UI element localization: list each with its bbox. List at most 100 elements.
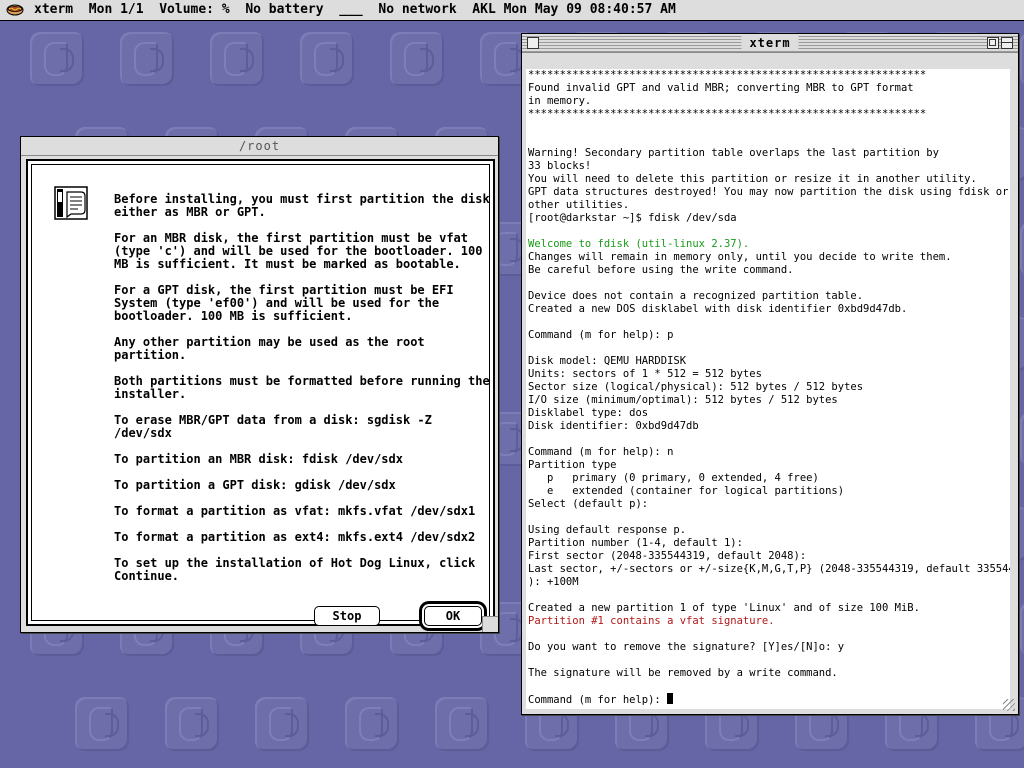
message-paragraph: To erase MBR/GPT data from a disk: sgdis… [114, 413, 440, 440]
wallpaper-tile [435, 697, 489, 751]
terminal-line-text: ****************************************… [528, 108, 927, 120]
dialog-body: Before installing, you must first partit… [26, 159, 495, 626]
terminal-line-text: Command (m for help): p [528, 329, 674, 341]
terminal-line: p primary (0 primary, 0 extended, 4 free… [528, 472, 1010, 485]
terminal-line-text: Found invalid GPT and valid MBR; convert… [528, 82, 914, 94]
dialog-title: /root [230, 138, 289, 154]
dialog-message: Before installing, you must first partit… [114, 193, 494, 596]
terminal-line: ****************************************… [528, 69, 1010, 82]
terminal-line-text: Units: sectors of 1 * 512 = 512 bytes [528, 368, 762, 380]
terminal-line: in memory. [528, 95, 1010, 108]
terminal-line: Changes will remain in memory only, unti… [528, 251, 1010, 264]
terminal-line: Disk model: QEMU HARDDISK [528, 355, 1010, 368]
wallpaper-tile [30, 32, 84, 86]
terminal-line: Do you want to remove the signature? [Y]… [528, 641, 1010, 654]
message-paragraph: To format a partition as ext4: mkfs.ext4… [114, 530, 476, 544]
xterm-title: xterm [741, 35, 799, 51]
terminal-line: Partition number (1-4, default 1): [528, 537, 1010, 550]
terminal-line-text: Changes will remain in memory only, unti… [528, 251, 952, 263]
menu-bar: xterm Mon 1/1 Volume: % No battery ___ N… [0, 0, 1024, 21]
wallpaper-tile [300, 32, 354, 86]
terminal-line-text: Partition type [528, 459, 617, 471]
terminal-line: Device does not contain a recognized par… [528, 290, 1010, 303]
terminal-line-text: Sector size (logical/physical): 512 byte… [528, 381, 864, 393]
terminal-line: First sector (2048-335544319, default 20… [528, 550, 1010, 563]
terminal-line-text: Select (default p): [528, 498, 649, 510]
message-paragraph: Before installing, you must first partit… [114, 192, 497, 219]
terminal-line-text: The signature will be removed by a write… [528, 667, 838, 679]
message-paragraph: To set up the installation of Hot Dog Li… [114, 556, 483, 583]
terminal-line: Command (m for help): [528, 693, 1010, 706]
terminal-line: Warning! Secondary partition table overl… [528, 147, 1010, 160]
terminal-line: GPT data structures destroyed! You may n… [528, 186, 1010, 199]
wallpaper-tile [120, 32, 174, 86]
terminal-line-text: Created a new DOS disklabel with disk id… [528, 303, 908, 315]
terminal-line: Partition #1 contains a vfat signature. [528, 615, 1010, 628]
terminal-lines: ****************************************… [526, 69, 1010, 706]
zoom-box-icon[interactable] [987, 37, 999, 49]
wallpaper-tile [165, 697, 219, 751]
wallpaper-tile [1020, 32, 1024, 86]
ok-button[interactable]: OK [424, 606, 482, 626]
menu-bar-status: xterm Mon 1/1 Volume: % No battery ___ N… [34, 2, 676, 17]
xterm-title-bar[interactable]: xterm [522, 34, 1018, 53]
terminal-line-text: You will need to delete this partition o… [528, 173, 977, 185]
xterm-window: xterm **********************************… [521, 33, 1019, 715]
wallpaper-tile [1020, 222, 1024, 276]
collapse-box-icon[interactable] [1001, 37, 1013, 49]
message-paragraph: To partition an MBR disk: fdisk /dev/sdx [114, 452, 403, 466]
note-icon [54, 186, 88, 220]
terminal-line-text: ): +100M [528, 576, 579, 588]
terminal-line-text: Partition number (1-4, default 1): [528, 537, 743, 549]
terminal-line: other utilities. [528, 199, 1010, 212]
terminal-line: Disk identifier: 0xbd9d47db [528, 420, 1010, 433]
terminal-line-text: Welcome to fdisk (util-linux 2.37). [528, 238, 750, 250]
terminal-line-text: Device does not contain a recognized par… [528, 290, 864, 302]
wallpaper-tile [1020, 602, 1024, 656]
terminal-line: Sector size (logical/physical): 512 byte… [528, 381, 1010, 394]
terminal-line-text: Partition #1 contains a vfat signature. [528, 615, 775, 627]
terminal-line-text: Do you want to remove the signature? [Y]… [528, 641, 845, 653]
message-paragraph: Both partitions must be formatted before… [114, 374, 497, 401]
resize-grip[interactable] [482, 616, 498, 632]
terminal-line: Created a new partition 1 of type 'Linux… [528, 602, 1010, 615]
terminal-line: Partition type [528, 459, 1010, 472]
terminal-line-text: Disk identifier: 0xbd9d47db [528, 420, 699, 432]
terminal-line-text: in memory. [528, 95, 592, 107]
stop-button[interactable]: Stop [314, 606, 380, 626]
terminal-line-text: 33 blocks! [528, 160, 592, 172]
terminal-line: You will need to delete this partition o… [528, 173, 1010, 186]
terminal-line: Using default response p. [528, 524, 1010, 537]
terminal-line-text: I/O size (minimum/optimal): 512 bytes / … [528, 394, 838, 406]
terminal-line-text: Last sector, +/-sectors or +/-size{K,M,G… [528, 563, 1010, 575]
terminal-line-text: GPT data structures destroyed! You may n… [528, 186, 1009, 198]
terminal-cursor [667, 693, 674, 704]
hotdog-menu-icon[interactable] [6, 3, 24, 16]
terminal-line-text: Created a new partition 1 of type 'Linux… [528, 602, 920, 614]
terminal-output[interactable]: ****************************************… [526, 69, 1010, 709]
dialog-title-bar[interactable]: /root [21, 137, 498, 156]
terminal-line: Disklabel type: dos [528, 407, 1010, 420]
terminal-line: Created a new DOS disklabel with disk id… [528, 303, 1010, 316]
terminal-line-text: Be careful before using the write comman… [528, 264, 794, 276]
terminal-line-text: Command (m for help): n [528, 446, 674, 458]
resize-grip-icon[interactable] [1003, 699, 1015, 711]
terminal-line-text: [root@darkstar ~]$ fdisk /dev/sda [528, 212, 737, 224]
terminal-line: 33 blocks! [528, 160, 1010, 173]
terminal-line-text: First sector (2048-335544319, default 20… [528, 550, 807, 562]
terminal-line-text: e extended (container for logical partit… [528, 485, 845, 497]
terminal-line: Welcome to fdisk (util-linux 2.37). [528, 238, 1010, 251]
terminal-line-text: Using default response p. [528, 524, 687, 536]
terminal-line: ): +100M [528, 576, 1010, 589]
terminal-line-text: Warning! Secondary partition table overl… [528, 147, 939, 159]
close-box-icon[interactable] [527, 37, 539, 49]
